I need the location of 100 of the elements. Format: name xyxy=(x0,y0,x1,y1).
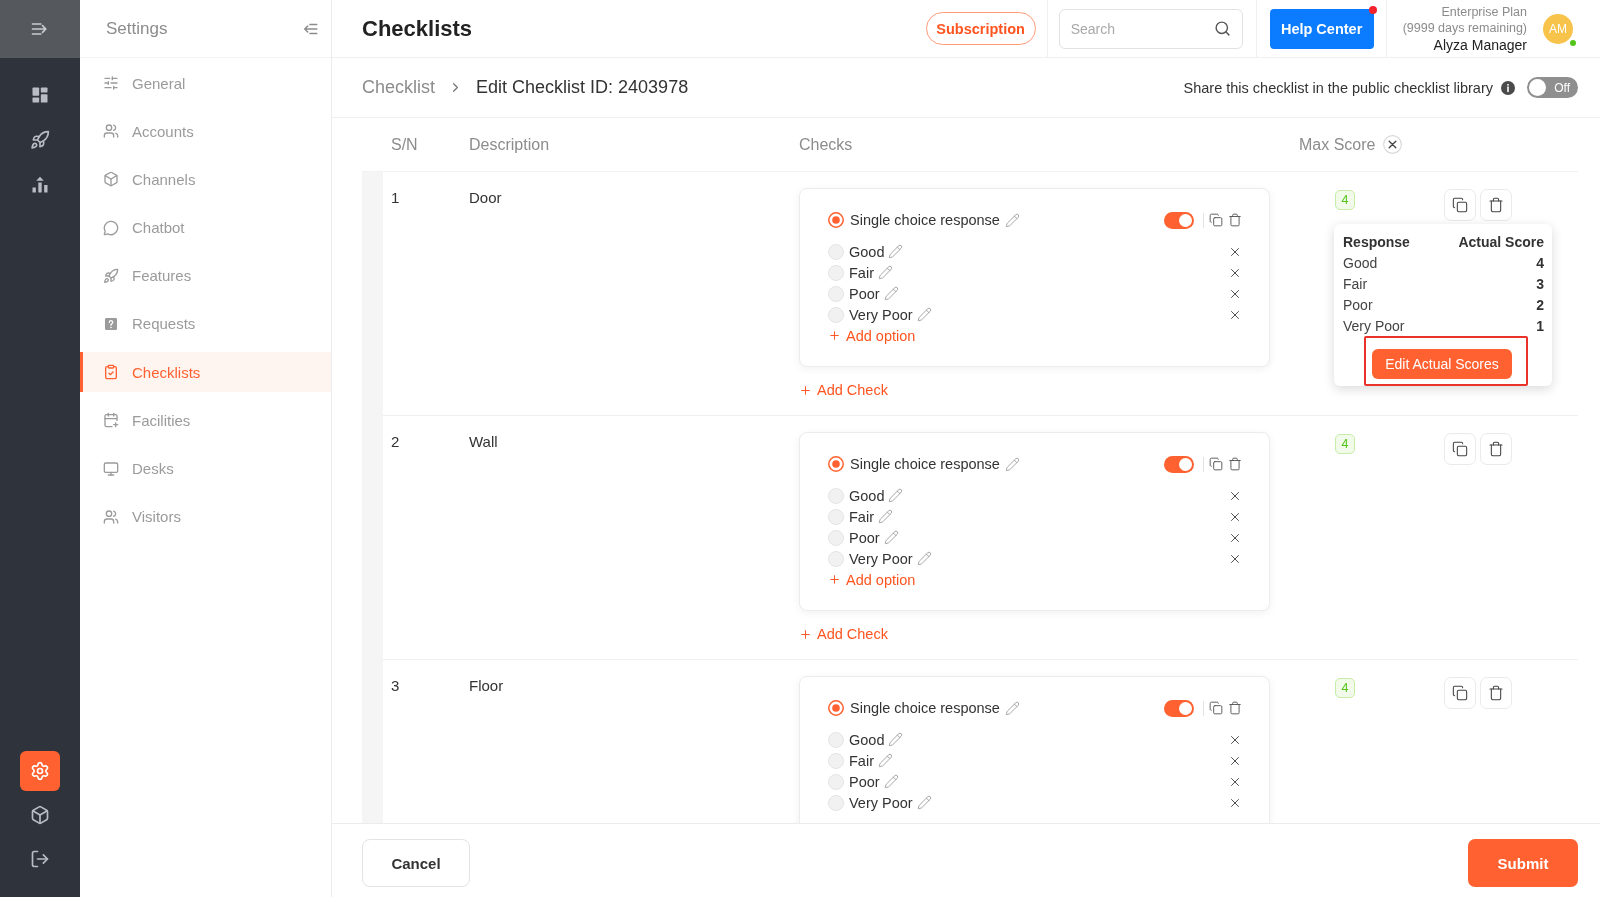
users-icon xyxy=(103,123,119,140)
settings-menu-item[interactable]: Chatbot xyxy=(80,207,331,248)
pencil-icon[interactable] xyxy=(888,244,904,259)
pencil-icon[interactable] xyxy=(883,530,899,545)
pencil-icon[interactable] xyxy=(883,286,899,301)
pencil-icon[interactable] xyxy=(1004,700,1020,716)
pencil-icon[interactable] xyxy=(888,488,904,503)
search-field[interactable]: Search xyxy=(1058,8,1243,49)
trash-icon[interactable] xyxy=(1228,701,1242,715)
serial-number: 3 xyxy=(390,676,401,696)
pencil-icon[interactable] xyxy=(888,732,904,747)
popover-column-header: Response xyxy=(1343,234,1410,250)
option-label: Fair xyxy=(849,264,874,281)
settings-menu-item[interactable]: Channels xyxy=(80,159,331,200)
check-type-label: Single choice response xyxy=(850,700,1000,716)
score-badge: 4 xyxy=(1335,190,1355,210)
copy-icon xyxy=(1452,685,1468,701)
toggle-switch[interactable] xyxy=(1164,455,1194,473)
help-center-button[interactable]: Help Center xyxy=(1269,8,1374,49)
radio-button[interactable] xyxy=(828,212,844,228)
check-type-label: Single choice response xyxy=(850,456,1000,472)
bar-chart-icon[interactable] xyxy=(30,175,50,195)
submit-button[interactable]: Submit xyxy=(1468,839,1578,887)
option-label: Poor xyxy=(849,285,880,302)
toggle-switch[interactable] xyxy=(1164,211,1194,229)
cancel-button[interactable]: Cancel xyxy=(362,839,470,887)
trash-icon[interactable] xyxy=(1228,213,1242,227)
response-label: Good xyxy=(1343,254,1378,271)
pencil-icon[interactable] xyxy=(1004,212,1020,228)
settings-menu-item[interactable]: Checklists xyxy=(80,352,331,393)
pencil-icon[interactable] xyxy=(1004,456,1020,472)
plan-days-remaining: (9999 days remaining) xyxy=(1402,19,1527,36)
settings-menu-item[interactable]: Features xyxy=(80,255,331,296)
settings-menu-item[interactable]: Desks xyxy=(80,448,331,489)
copy-icon xyxy=(1452,197,1468,213)
copy-icon[interactable] xyxy=(1209,213,1223,227)
radio-button[interactable] xyxy=(828,456,844,472)
settings-menu-item[interactable]: Facilities xyxy=(80,400,331,441)
copy-icon[interactable] xyxy=(1209,457,1223,471)
rocket-icon[interactable] xyxy=(30,130,50,150)
copy-icon[interactable] xyxy=(1209,701,1223,715)
settings-menu-item[interactable]: General xyxy=(80,63,331,103)
dashboard-icon[interactable] xyxy=(30,85,50,105)
plus-icon xyxy=(828,329,841,342)
add-check-link[interactable]: Add Check xyxy=(799,625,888,643)
copy-button[interactable] xyxy=(1444,433,1476,465)
trash-icon xyxy=(1488,197,1504,213)
info-icon[interactable] xyxy=(1501,80,1515,95)
calendar-plus-icon xyxy=(103,412,119,429)
option-label: Very Poor xyxy=(849,794,913,811)
add-check-link[interactable]: Add Check xyxy=(799,381,888,399)
search-icon[interactable] xyxy=(1213,19,1231,37)
share-label: Share this checklist in the public checklist library xyxy=(1183,79,1493,96)
subscription-button[interactable]: Subscription xyxy=(925,12,1036,45)
trash-icon[interactable] xyxy=(1228,457,1242,471)
copy-button[interactable] xyxy=(1444,189,1476,221)
pencil-icon[interactable] xyxy=(916,307,932,322)
logout-icon[interactable] xyxy=(30,849,50,869)
option-label: Poor xyxy=(849,773,880,790)
score-value: 4 xyxy=(1536,254,1544,271)
radio-button[interactable] xyxy=(828,700,844,716)
score-value: 2 xyxy=(1536,296,1544,313)
page-title: Checklists xyxy=(362,15,473,42)
breadcrumb-link[interactable]: Checklist xyxy=(362,77,436,98)
pencil-icon[interactable] xyxy=(916,795,932,810)
settings-menu-item[interactable]: Requests xyxy=(80,303,331,344)
delete-button[interactable] xyxy=(1480,433,1512,465)
plus-icon xyxy=(799,627,812,641)
edit-scores-button[interactable]: Edit Actual Scores xyxy=(1372,349,1512,379)
chat-bubble-icon xyxy=(103,219,119,236)
serial-number: 2 xyxy=(390,432,401,452)
response-label: Very Poor xyxy=(1343,317,1405,334)
pencil-icon[interactable] xyxy=(916,551,932,566)
avatar[interactable]: AM xyxy=(1543,13,1573,44)
pencil-icon[interactable] xyxy=(878,265,893,280)
copy-button[interactable] xyxy=(1444,677,1476,709)
pencil-icon[interactable] xyxy=(883,774,899,789)
score-value: 3 xyxy=(1536,275,1544,292)
option-label: Very Poor xyxy=(849,306,913,323)
option-label: Good xyxy=(849,731,885,748)
popover-column-header: Actual Score xyxy=(1458,234,1544,250)
check-type-label: Single choice response xyxy=(850,212,1000,228)
monitor-icon xyxy=(103,460,119,477)
cube-icon[interactable] xyxy=(30,805,50,825)
delete-button[interactable] xyxy=(1480,189,1512,221)
settings-icon[interactable] xyxy=(20,751,60,791)
pencil-icon[interactable] xyxy=(878,753,893,768)
close-icon[interactable] xyxy=(1383,135,1403,154)
pencil-icon[interactable] xyxy=(878,509,893,524)
column-header: Checks xyxy=(799,135,854,154)
share-toggle[interactable]: Off xyxy=(1527,77,1578,98)
delete-button[interactable] xyxy=(1480,677,1512,709)
plan-name: Enterprise Plan xyxy=(1441,3,1527,20)
add-option-link[interactable]: Add option xyxy=(828,325,1242,346)
settings-menu-item[interactable]: Visitors xyxy=(80,496,331,537)
toggle-switch[interactable] xyxy=(1164,699,1194,717)
option-label: Fair xyxy=(849,508,874,525)
add-option-link[interactable]: Add option xyxy=(828,569,1242,590)
settings-menu-item[interactable]: Accounts xyxy=(80,111,331,152)
rocket-icon xyxy=(103,267,119,284)
